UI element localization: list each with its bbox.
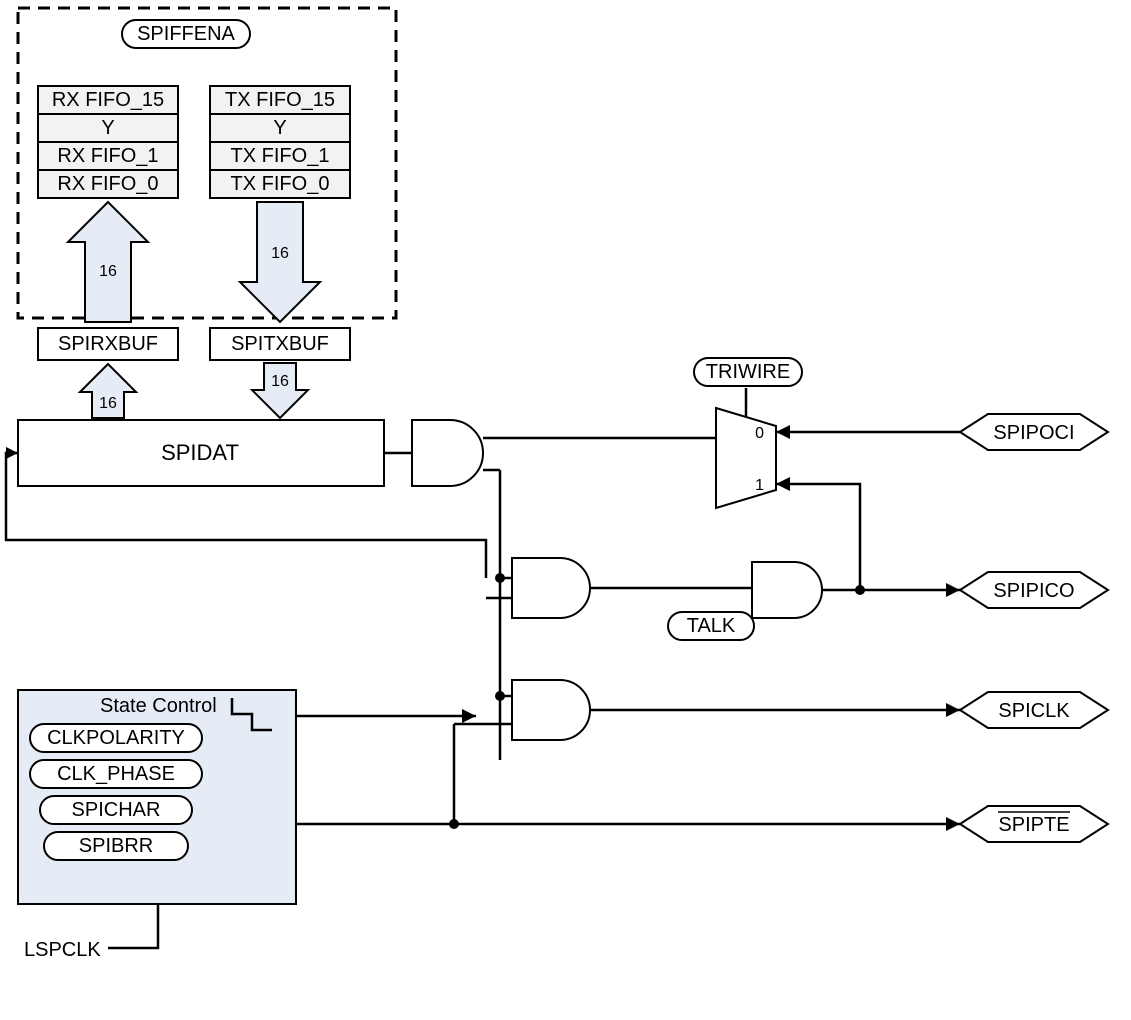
svg-text:SPIBRR: SPIBRR <box>79 835 153 857</box>
svg-text:SPIPTE: SPIPTE <box>998 814 1069 836</box>
pico-out-arrow <box>946 583 960 597</box>
lspclk-wire <box>108 904 158 948</box>
svg-text:CLKPOLARITY: CLKPOLARITY <box>47 727 185 749</box>
and-gate-talk <box>752 562 822 618</box>
svg-text:SPIPICO: SPIPICO <box>993 580 1074 602</box>
svg-text:TRIWIRE: TRIWIRE <box>706 361 790 383</box>
svg-text:TX FIFO_0: TX FIFO_0 <box>231 173 330 195</box>
svg-text:SPICLK: SPICLK <box>998 700 1070 722</box>
node-696 <box>495 691 505 701</box>
svg-text:Y: Y <box>273 117 286 139</box>
svg-text:0: 0 <box>755 425 764 442</box>
svg-text:CLK_PHASE: CLK_PHASE <box>57 763 175 785</box>
spi-block-diagram: SPIFFENA RX FIFO_15 Y RX FIFO_1 RX FIFO_… <box>0 0 1131 1020</box>
svg-text:RX FIFO_15: RX FIFO_15 <box>52 89 164 111</box>
mux <box>716 408 776 508</box>
mux-in0-arrow <box>776 425 790 439</box>
tx-bus-arrow <box>240 202 320 322</box>
rx-fifo: RX FIFO_15 Y RX FIFO_1 RX FIFO_0 <box>38 86 178 198</box>
spiffena-label: SPIFFENA <box>137 23 235 45</box>
node-578 <box>495 573 505 583</box>
svg-text:RX FIFO_0: RX FIFO_0 <box>57 173 158 195</box>
svg-text:Y: Y <box>101 117 114 139</box>
spidat-shiftout-arrow <box>6 447 18 459</box>
mux-in1-arrow <box>776 477 790 491</box>
svg-text:SPIPOCI: SPIPOCI <box>993 422 1074 444</box>
and-gate-in <box>412 420 483 486</box>
svg-text:TALK: TALK <box>687 615 736 637</box>
svg-text:16: 16 <box>271 245 289 262</box>
svg-text:TX FIFO_1: TX FIFO_1 <box>231 145 330 167</box>
svg-text:16: 16 <box>271 373 289 390</box>
svg-text:SPICHAR: SPICHAR <box>72 799 161 821</box>
state-control-title: State Control <box>100 695 217 717</box>
svg-text:SPITXBUF: SPITXBUF <box>231 333 329 355</box>
svg-text:SPIRXBUF: SPIRXBUF <box>58 333 158 355</box>
lspclk-label: LSPCLK <box>24 939 101 961</box>
tx-fifo: TX FIFO_15 Y TX FIFO_1 TX FIFO_0 <box>210 86 350 198</box>
and-gate-clk <box>512 680 590 740</box>
svg-text:16: 16 <box>99 395 117 412</box>
svg-text:SPIDAT: SPIDAT <box>161 440 239 465</box>
rx-bus-arrow <box>68 202 148 322</box>
svg-text:16: 16 <box>99 263 117 280</box>
and-gate-pico <box>512 558 590 618</box>
tx-bus-small <box>252 363 308 418</box>
svg-text:1: 1 <box>755 477 764 494</box>
svg-text:RX FIFO_1: RX FIFO_1 <box>57 145 158 167</box>
svg-text:TX FIFO_15: TX FIFO_15 <box>225 89 335 111</box>
